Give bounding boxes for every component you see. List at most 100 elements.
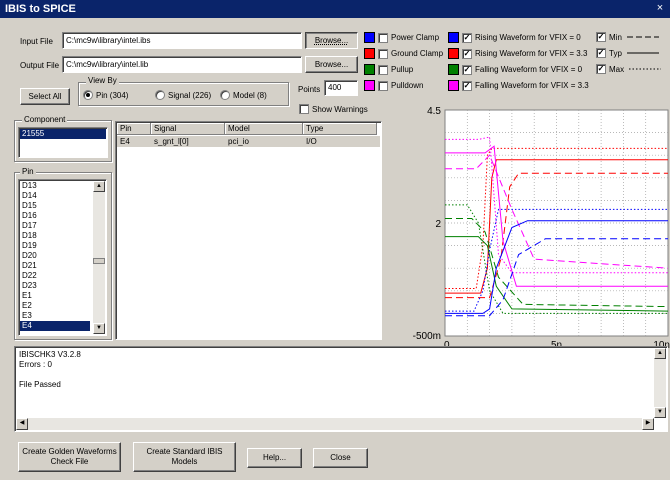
toggle-typ[interactable]: ✓ Typ xyxy=(596,48,659,58)
column-header-type[interactable]: Type xyxy=(303,123,377,135)
pin-list-item[interactable]: D20 xyxy=(20,251,90,261)
input-file-field[interactable]: C:\mc9w\library\intel.ibs xyxy=(62,32,302,49)
toggle-checkbox[interactable]: ✓ xyxy=(462,80,472,91)
view-by-pin-option[interactable]: Pin (304) xyxy=(83,90,128,100)
log-scroll-up-icon[interactable]: ▲ xyxy=(654,348,666,359)
y-tick-label: 2 xyxy=(435,219,441,230)
line-style-sample xyxy=(629,68,662,70)
pin-list-item[interactable]: E2 xyxy=(20,301,90,311)
view-by-signal-option[interactable]: Signal (226) xyxy=(155,90,211,100)
toggle-label: Typ xyxy=(609,48,622,58)
pin-list-item[interactable]: E1 xyxy=(20,291,90,301)
table-row[interactable]: E4 s_gnt_l[0] pci_io I/O xyxy=(117,136,380,147)
toggle-ground-clamp[interactable]: Ground Clamp xyxy=(364,48,443,59)
pin-list-item[interactable]: E3 xyxy=(20,311,90,321)
waveform-chart: 4.52-500m05n10n xyxy=(384,100,670,370)
toggle-checkbox[interactable] xyxy=(378,64,388,75)
log-scroll-left-icon[interactable]: ◀ xyxy=(16,418,28,430)
pin-list-item[interactable]: D17 xyxy=(20,221,90,231)
pin-list-item[interactable]: D21 xyxy=(20,261,90,271)
toggle-checkbox[interactable]: ✓ xyxy=(462,32,472,43)
output-browse-button[interactable]: Browse... xyxy=(305,56,358,73)
log-scroll-down-icon[interactable]: ▼ xyxy=(654,407,666,418)
pin-list-item[interactable]: D16 xyxy=(20,211,90,221)
view-by-model-option[interactable]: Model (8) xyxy=(220,90,267,100)
close-button[interactable]: Close xyxy=(313,448,368,468)
column-header-signal[interactable]: Signal xyxy=(151,123,225,135)
radio-signal[interactable] xyxy=(155,90,165,100)
golden-line-1: Create Golden Waveforms xyxy=(22,447,117,456)
input-browse-button[interactable]: Browse... xyxy=(305,32,358,49)
log-horizontal-scrollbar[interactable]: ◀ ▶ xyxy=(16,418,654,430)
pin-list-item[interactable]: D13 xyxy=(20,181,90,191)
help-button[interactable]: Help... xyxy=(247,448,302,468)
toggle-falling-waveform-for-vfix-3-3[interactable]: ✓ Falling Waveform for VFIX = 3.3 xyxy=(448,80,589,91)
toggle-min[interactable]: ✓ Min xyxy=(596,32,659,42)
golden-line-2: Check File xyxy=(50,457,89,466)
output-browse-label: Browse... xyxy=(314,59,349,69)
radio-model[interactable] xyxy=(220,90,230,100)
toggle-checkbox[interactable] xyxy=(378,32,388,43)
pin-list-scrollbar[interactable]: ▲ ▼ xyxy=(93,181,105,334)
component-item[interactable]: 21555 xyxy=(20,129,106,139)
pin-list[interactable]: D13 D14 D15 D16 D17 D18 D19 D20 D21 D22 D23 E1 E2 E3 E… xyxy=(18,179,107,336)
show-warnings-checkbox[interactable] xyxy=(299,104,309,114)
toggle-checkbox[interactable] xyxy=(378,48,388,59)
radio-pin[interactable] xyxy=(83,90,93,100)
pin-list-item[interactable]: D23 xyxy=(20,281,90,291)
log-vertical-scrollbar[interactable]: ▲ ▼ xyxy=(654,348,666,418)
toggle-rising-waveform-for-vfix-0[interactable]: ✓ Rising Waveform for VFIX = 0 xyxy=(448,32,581,43)
select-all-button[interactable]: Select All xyxy=(20,88,70,105)
pin-list-item[interactable]: E4 xyxy=(20,321,90,331)
standard-line-1: Create Standard IBIS xyxy=(146,447,223,456)
toggle-label: Pullup xyxy=(391,65,414,74)
color-swatch xyxy=(448,48,459,59)
toggle-label: Ground Clamp xyxy=(391,49,444,58)
toggle-power-clamp[interactable]: Power Clamp xyxy=(364,32,439,43)
log-panel[interactable]: IBISCHK3 V3.2.8 Errors : 0 File Passed ▲ ▼… xyxy=(14,346,668,432)
pin-list-item[interactable]: D14 xyxy=(20,191,90,201)
select-all-label: Select All xyxy=(28,91,62,101)
pin-list-item[interactable]: D19 xyxy=(20,241,90,251)
close-icon[interactable]: × xyxy=(653,2,667,15)
pin-title: Pin xyxy=(20,167,36,176)
scroll-thumb[interactable] xyxy=(93,258,105,264)
create-golden-waveforms-button[interactable]: Create Golden Waveforms Check File xyxy=(18,442,121,472)
color-swatch xyxy=(364,80,375,91)
toggle-checkbox[interactable]: ✓ xyxy=(462,48,472,59)
color-swatch xyxy=(448,64,459,75)
toggle-checkbox[interactable]: ✓ xyxy=(596,32,606,42)
column-header-model[interactable]: Model xyxy=(225,123,303,135)
pin-list-item[interactable]: D18 xyxy=(20,231,90,241)
create-standard-ibis-button[interactable]: Create Standard IBIS Models xyxy=(133,442,236,472)
points-field[interactable]: 400 xyxy=(324,80,358,96)
log-scroll-right-icon[interactable]: ▶ xyxy=(642,418,654,430)
waveform-chart-svg: 4.52-500m05n10n xyxy=(413,106,670,351)
component-list[interactable]: 21555 xyxy=(18,127,108,158)
pin-table[interactable]: Pin Signal Model Type E4 s_gnt_l[0] pci_io I/O xyxy=(115,121,382,340)
component-title: Component xyxy=(22,115,68,124)
toggle-checkbox[interactable]: ✓ xyxy=(462,64,472,75)
scroll-up-icon[interactable]: ▲ xyxy=(93,181,105,192)
y-tick-label: -500m xyxy=(413,331,441,342)
scroll-down-icon[interactable]: ▼ xyxy=(93,323,105,334)
show-warnings-label: Show Warnings xyxy=(312,104,368,114)
toggle-rising-waveform-for-vfix-3-3[interactable]: ✓ Rising Waveform for VFIX = 3.3 xyxy=(448,48,587,59)
output-file-field[interactable]: C:\mc9w\library\intel.lib xyxy=(62,56,302,73)
column-header-pin[interactable]: Pin xyxy=(117,123,151,135)
table-cell-type: I/O xyxy=(306,137,317,146)
toggle-pullup[interactable]: Pullup xyxy=(364,64,413,75)
pin-list-item[interactable]: D15 xyxy=(20,201,90,211)
toggle-max[interactable]: ✓ Max xyxy=(596,64,662,74)
show-warnings-option[interactable]: Show Warnings xyxy=(299,104,368,114)
help-label: Help... xyxy=(262,453,287,462)
toggle-checkbox[interactable] xyxy=(378,80,388,91)
view-by-pin-label: Pin (304) xyxy=(96,90,129,100)
input-file-label: Input File xyxy=(20,37,53,46)
toggle-pulldown[interactable]: Pulldown xyxy=(364,80,423,91)
toggle-checkbox[interactable]: ✓ xyxy=(596,64,606,74)
toggle-checkbox[interactable]: ✓ xyxy=(596,48,606,58)
pin-list-item[interactable]: D22 xyxy=(20,271,90,281)
toggle-falling-waveform-for-vfix-0[interactable]: ✓ Falling Waveform for VFIX = 0 xyxy=(448,64,582,75)
